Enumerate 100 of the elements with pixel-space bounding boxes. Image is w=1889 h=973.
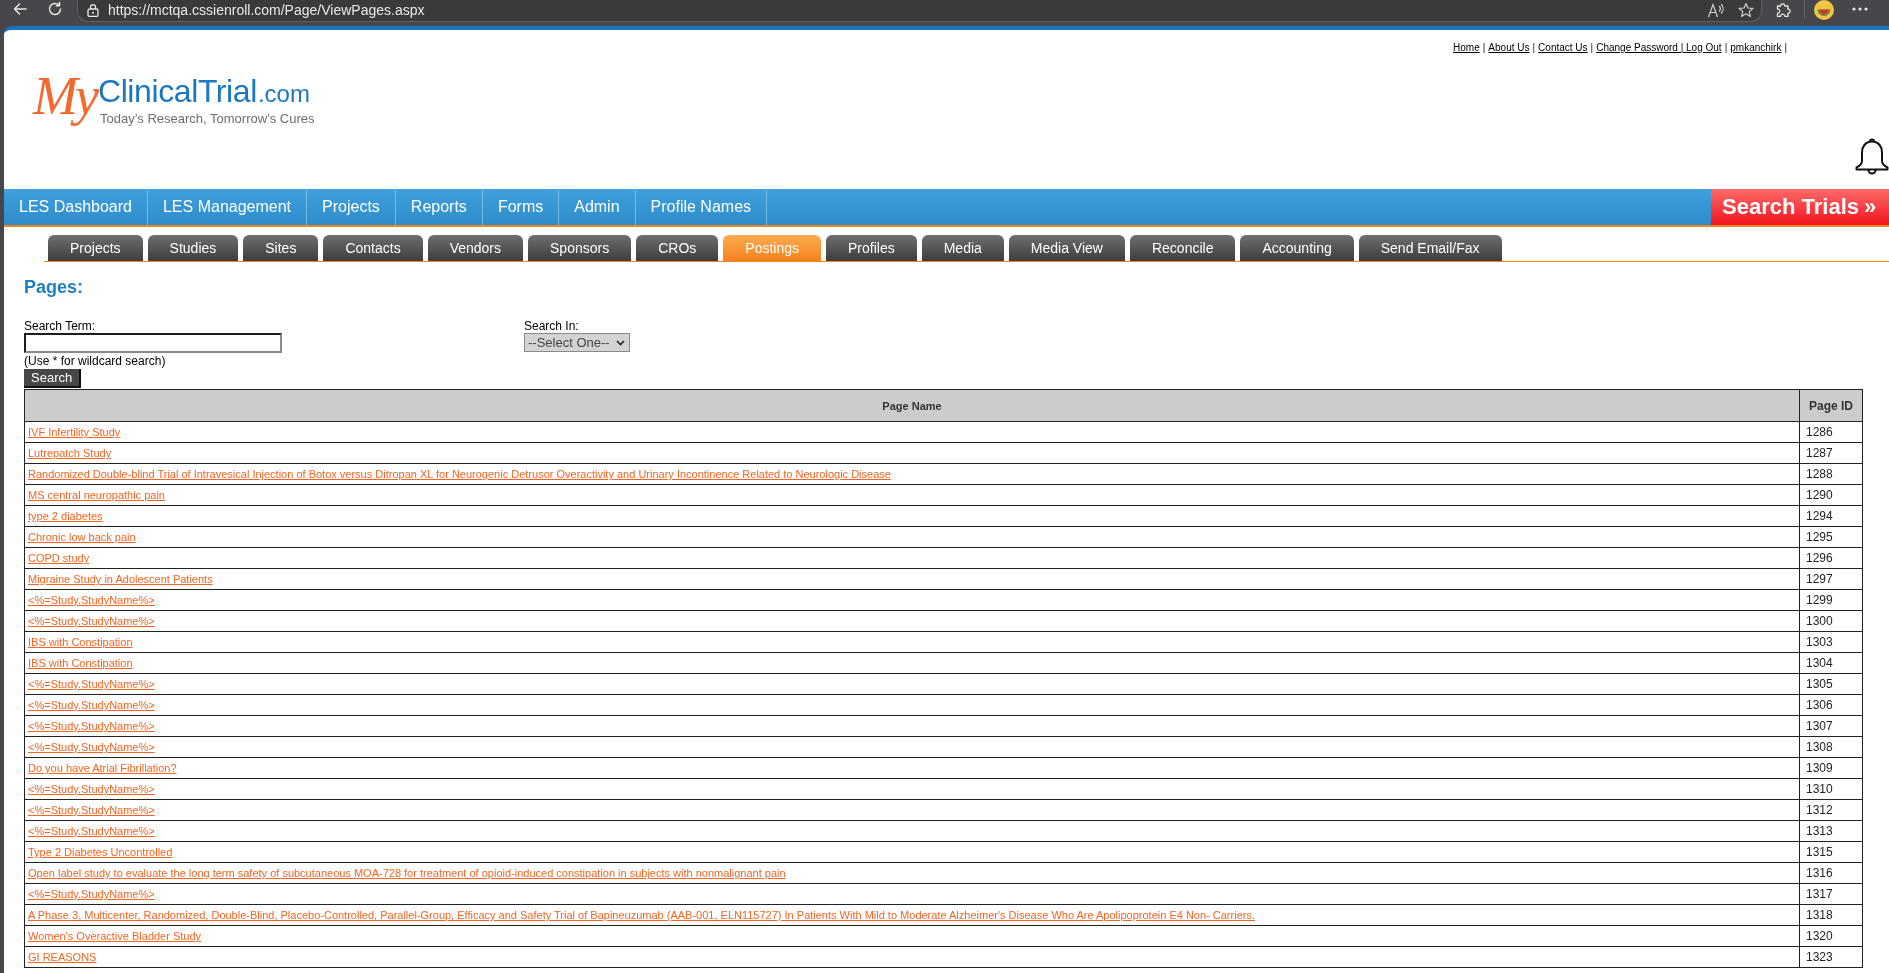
page-name-link[interactable]: Do you have Atrial Fibrillation? (28, 762, 177, 774)
header-link[interactable]: Change Password | Log Out (1596, 42, 1722, 54)
sub-tab[interactable]: Send Email/Fax (1358, 235, 1502, 261)
page-id-cell: 1320 (1799, 925, 1863, 947)
nav-menu-item[interactable]: Profile Names (635, 189, 768, 225)
page-id-cell: 1304 (1799, 652, 1863, 674)
nav-menu-item[interactable]: Reports (395, 189, 483, 225)
back-arrow-icon[interactable] (12, 1, 28, 17)
sub-tab[interactable]: CROs (636, 235, 719, 261)
logo-script-text: My (33, 66, 96, 126)
page-name-link[interactable]: MS central neuropathic pain (28, 489, 165, 501)
search-button[interactable]: Search (24, 369, 82, 388)
sub-tab[interactable]: Studies (147, 235, 239, 261)
logo-wordmark: ClinicalTrial (97, 74, 257, 108)
page-name-link[interactable]: Chronic low back pain (28, 531, 136, 543)
more-icon[interactable] (1852, 7, 1868, 11)
page-name-link[interactable]: <%=Study.StudyName%> (28, 594, 155, 606)
search-term-input[interactable] (24, 333, 282, 353)
page-name-link[interactable]: COPD study (28, 552, 90, 564)
page-name-link[interactable]: <%=Study.StudyName%> (28, 699, 155, 711)
sub-tab[interactable]: Vendors (427, 235, 524, 261)
page-name-link[interactable]: <%=Study.StudyName%> (28, 720, 155, 732)
nav-menu-item[interactable]: Projects (307, 189, 396, 225)
puzzle-icon[interactable] (1775, 1, 1791, 17)
sub-tab[interactable]: Postings (723, 235, 821, 261)
page-id-cell: 1295 (1799, 526, 1863, 548)
page-id-cell: 1286 (1799, 421, 1863, 443)
page-id-cell: 1312 (1799, 799, 1863, 821)
bell-icon[interactable] (1855, 137, 1889, 177)
page-id-cell: 1300 (1799, 610, 1863, 632)
page-id-cell: 1317 (1799, 883, 1863, 905)
page-name-link[interactable]: IBS with Constipation (28, 657, 133, 669)
logo-domain: .com (257, 79, 310, 109)
nav-menu-item[interactable]: Admin (559, 189, 636, 225)
column-header: Page Name (24, 389, 1800, 422)
page-name-link[interactable]: Migraine Study in Adolescent Patients (28, 573, 213, 585)
search-trials-button[interactable]: Search Trials » (1711, 189, 1889, 225)
page-id-cell: 1316 (1799, 862, 1863, 884)
page-name-link[interactable]: <%=Study.StudyName%> (28, 888, 155, 900)
page-id-cell: 1323 (1799, 946, 1863, 968)
link-separator: | (1532, 42, 1536, 54)
nav-menu-item[interactable]: LES Dashboard (4, 189, 148, 225)
page-id-cell: 1297 (1799, 568, 1863, 590)
nav-menu-item[interactable]: Forms (482, 189, 560, 225)
search-in-select[interactable]: --Select One-- (524, 333, 630, 352)
sub-tab[interactable]: Sponsors (528, 235, 632, 261)
header-link[interactable]: About Us (1488, 42, 1530, 54)
page-id-cell: 1310 (1799, 778, 1863, 800)
page-name-link[interactable]: Lutrepatch Study (28, 447, 112, 459)
logo-tagline: Today’s Research, Tomorrow’s Cures (99, 111, 315, 126)
page-id-cell: 1318 (1799, 904, 1863, 926)
page-id-cell: 1307 (1799, 715, 1863, 737)
sub-tab[interactable]: Projects (48, 235, 143, 261)
sub-tab[interactable]: Contacts (323, 235, 423, 261)
page-id-cell: 1305 (1799, 673, 1863, 695)
sub-tab[interactable]: Media View (1008, 235, 1125, 261)
page-id-cell: 1303 (1799, 631, 1863, 653)
page-id-cell: 1306 (1799, 694, 1863, 716)
page-name-link[interactable]: <%=Study.StudyName%> (28, 615, 155, 627)
page-name-link[interactable]: IBS with Constipation (28, 636, 133, 648)
page-id-cell: 1290 (1799, 484, 1863, 506)
page-id-cell: 1296 (1799, 547, 1863, 569)
nav-menu-item[interactable]: LES Management (147, 189, 308, 225)
header-link[interactable]: Home (1453, 42, 1480, 54)
column-header: Page ID (1799, 389, 1863, 422)
address-bar[interactable]: https://mctqa.cssienroll.com/Page/ViewPages.aspx (77, 0, 1762, 22)
page-name-link[interactable]: IVF Infertility Study (28, 426, 121, 438)
sub-tab[interactable]: Accounting (1240, 235, 1354, 261)
read-aloud-icon[interactable] (1707, 1, 1725, 18)
link-separator: | (1482, 42, 1486, 54)
sub-tab[interactable]: Sites (243, 235, 319, 261)
search-term-label: Search Term: (24, 319, 96, 333)
page-id-cell: 1309 (1799, 757, 1863, 779)
page-name-link[interactable]: <%=Study.StudyName%> (28, 825, 155, 837)
header-link[interactable]: Contact Us (1538, 42, 1588, 54)
chevron-down-icon (616, 339, 625, 346)
page-name-link[interactable]: <%=Study.StudyName%> (28, 804, 155, 816)
page-name-link[interactable]: <%=Study.StudyName%> (28, 678, 155, 690)
page-heading: Pages: (24, 276, 84, 298)
page-id-cell: 1313 (1799, 820, 1863, 842)
refresh-icon[interactable] (47, 1, 63, 17)
page-name-link[interactable]: GI REASONS (28, 951, 97, 963)
sub-tab[interactable]: Media (921, 235, 1004, 261)
header-link[interactable]: pmkanchirk (1730, 42, 1782, 54)
page-name-link[interactable]: <%=Study.StudyName%> (28, 783, 155, 795)
wildcard-hint: (Use * for wildcard search) (24, 354, 166, 368)
page-name-link[interactable]: <%=Study.StudyName%> (28, 741, 155, 753)
link-separator: | (1590, 42, 1594, 54)
page-name-link[interactable]: type 2 diabetes (28, 510, 103, 522)
star-icon[interactable] (1738, 1, 1754, 18)
page-id-cell: 1294 (1799, 505, 1863, 527)
page-id-cell: 1315 (1799, 841, 1863, 863)
page-id-cell: 1288 (1799, 463, 1863, 485)
search-in-label: Search In: (524, 319, 579, 333)
page-name-link[interactable]: Type 2 Diabetes Uncontrolled (28, 846, 173, 858)
watermelon-avatar-icon[interactable] (1814, 0, 1834, 20)
lock-icon (87, 2, 99, 17)
sub-tab[interactable]: Profiles (826, 235, 917, 261)
page-name-link[interactable]: Women's Overactive Bladder Study (28, 930, 202, 942)
sub-tab[interactable]: Reconcile (1129, 235, 1236, 261)
